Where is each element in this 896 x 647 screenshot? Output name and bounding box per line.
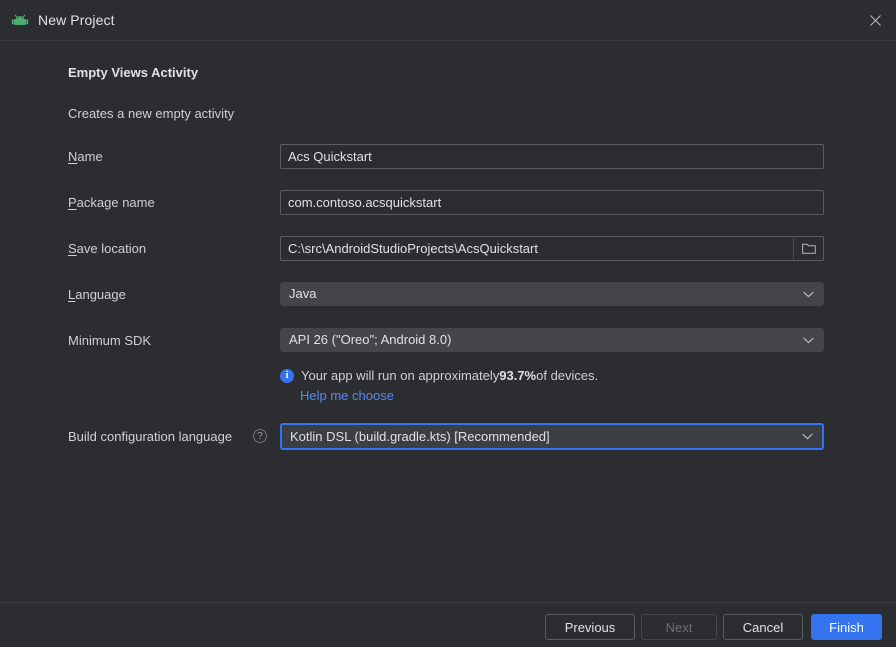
package-name-input[interactable] bbox=[280, 190, 824, 215]
template-title: Empty Views Activity bbox=[68, 65, 198, 80]
android-robot-icon bbox=[11, 13, 29, 29]
name-label: Name bbox=[68, 149, 103, 164]
dialog-footer: Previous Next Cancel Finish bbox=[0, 602, 896, 647]
chevron-down-icon bbox=[803, 283, 814, 305]
minimum-sdk-value: API 26 ("Oreo"; Android 8.0) bbox=[289, 329, 451, 351]
save-location-label: Save location bbox=[68, 241, 146, 256]
dialog-titlebar: New Project bbox=[0, 0, 896, 41]
language-label: Language bbox=[68, 287, 126, 302]
language-value: Java bbox=[289, 283, 316, 305]
device-info-text-before: Your app will run on approximately bbox=[301, 368, 499, 383]
language-dropdown[interactable]: Java bbox=[280, 282, 824, 306]
name-input[interactable] bbox=[280, 144, 824, 169]
help-circle-icon[interactable]: ? bbox=[253, 429, 267, 443]
info-icon: i bbox=[280, 369, 294, 383]
build-config-dropdown[interactable]: Kotlin DSL (build.gradle.kts) [Recommend… bbox=[280, 423, 824, 450]
device-support-info: i Your app will run on approximately 93.… bbox=[280, 368, 598, 383]
build-config-value: Kotlin DSL (build.gradle.kts) [Recommend… bbox=[290, 425, 550, 448]
build-config-label: Build configuration language bbox=[68, 429, 232, 444]
chevron-down-icon bbox=[803, 329, 814, 351]
device-info-percent: 93.7% bbox=[499, 368, 536, 383]
finish-button[interactable]: Finish bbox=[811, 614, 882, 640]
next-button: Next bbox=[641, 614, 717, 640]
package-name-label: Package name bbox=[68, 195, 155, 210]
folder-icon[interactable] bbox=[793, 236, 824, 261]
close-icon[interactable] bbox=[862, 8, 888, 34]
save-location-input[interactable] bbox=[280, 236, 824, 261]
chevron-down-icon bbox=[802, 425, 813, 448]
dialog-content: Empty Views Activity Creates a new empty… bbox=[0, 41, 896, 602]
template-description: Creates a new empty activity bbox=[68, 106, 234, 121]
minimum-sdk-dropdown[interactable]: API 26 ("Oreo"; Android 8.0) bbox=[280, 328, 824, 352]
previous-button[interactable]: Previous bbox=[545, 614, 635, 640]
help-me-choose-link[interactable]: Help me choose bbox=[300, 388, 394, 403]
dialog-title: New Project bbox=[38, 12, 115, 28]
cancel-button[interactable]: Cancel bbox=[723, 614, 803, 640]
device-info-text-after: of devices. bbox=[536, 368, 598, 383]
minimum-sdk-label: Minimum SDK bbox=[68, 333, 151, 348]
